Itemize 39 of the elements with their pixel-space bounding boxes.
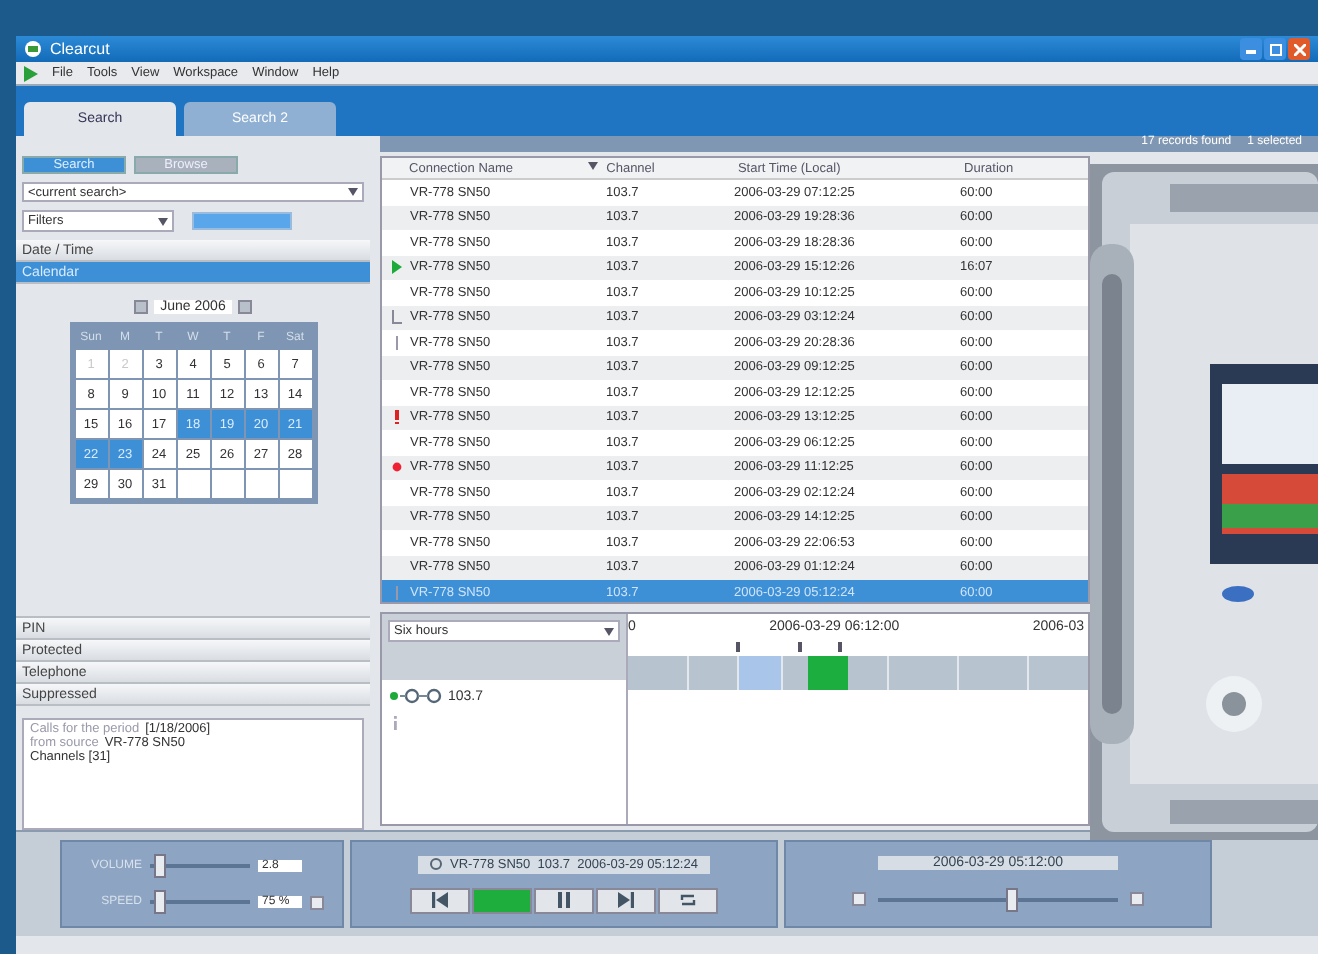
skip-forward-icon bbox=[618, 892, 634, 908]
maximize-icon bbox=[1269, 43, 1281, 55]
skip-back-icon bbox=[432, 892, 448, 908]
caret-icon bbox=[604, 627, 614, 635]
bar-icon bbox=[391, 335, 401, 350]
pause-icon bbox=[556, 892, 572, 908]
caret-icon bbox=[158, 217, 168, 226]
previous-month-button[interactable] bbox=[134, 300, 149, 315]
slider-thumb[interactable] bbox=[154, 890, 167, 914]
next-month-button[interactable] bbox=[237, 300, 252, 315]
window-title: Clearcut bbox=[50, 40, 112, 58]
minimize-button[interactable] bbox=[1240, 38, 1262, 60]
exclamation-icon bbox=[391, 410, 401, 425]
info-icon bbox=[390, 716, 400, 730]
maximize-button[interactable] bbox=[1264, 38, 1286, 60]
loop-icon bbox=[680, 892, 696, 908]
reset-button[interactable] bbox=[310, 895, 324, 909]
app-icon bbox=[24, 40, 42, 58]
circle-icon bbox=[430, 858, 443, 870]
channel-status-icon bbox=[390, 688, 442, 704]
pause-button[interactable] bbox=[534, 887, 594, 913]
close-icon bbox=[1293, 43, 1305, 55]
previous-button[interactable] bbox=[410, 887, 470, 913]
caret-icon bbox=[348, 188, 358, 197]
loop-button[interactable] bbox=[658, 887, 718, 913]
fast-forward-button[interactable] bbox=[1130, 892, 1144, 907]
slider-thumb[interactable] bbox=[154, 854, 167, 878]
bracket-icon bbox=[391, 310, 401, 325]
apply-button[interactable] bbox=[192, 212, 292, 231]
close-button[interactable] bbox=[1288, 38, 1310, 60]
sort-icon bbox=[588, 161, 599, 169]
play-icon[interactable] bbox=[24, 65, 38, 81]
tick-marks bbox=[736, 642, 842, 652]
rewind-button[interactable] bbox=[852, 892, 866, 907]
position-thumb[interactable] bbox=[1005, 887, 1018, 912]
next-button[interactable] bbox=[596, 887, 656, 913]
minimize-icon bbox=[1246, 44, 1256, 54]
dot-icon bbox=[391, 460, 401, 475]
play-icon bbox=[391, 260, 401, 275]
